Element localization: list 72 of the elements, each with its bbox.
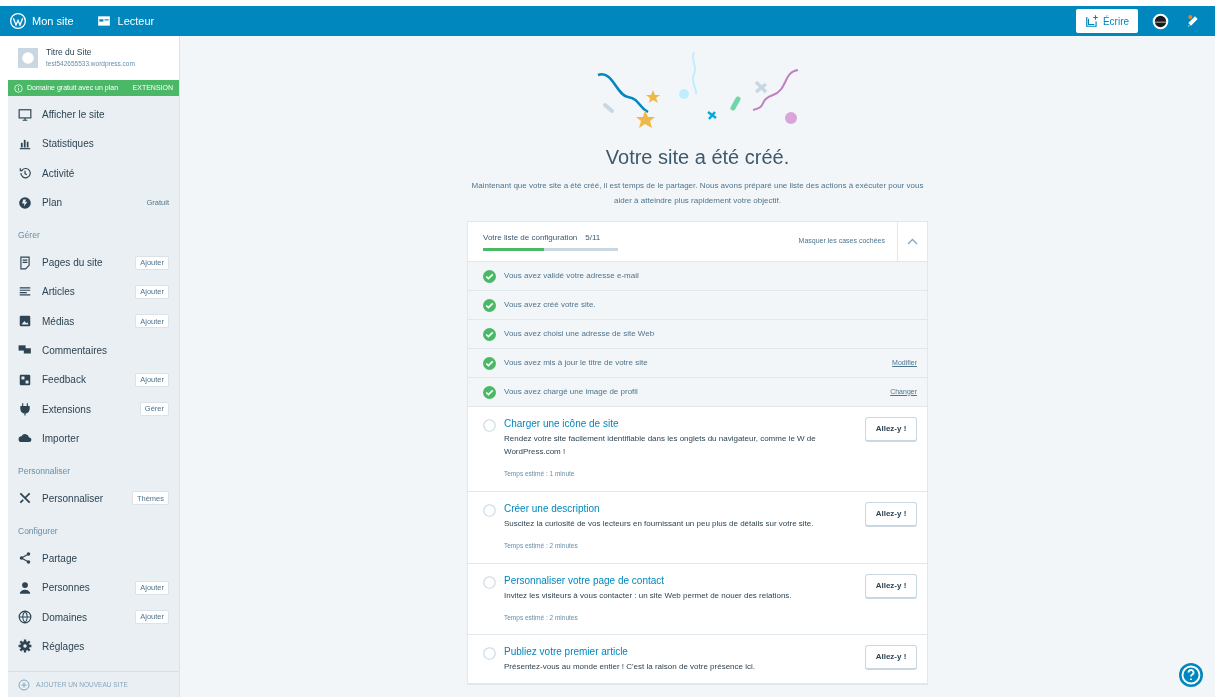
- sidebar-item-label: Pages du site: [42, 256, 104, 271]
- completed-task-label: Vous avez créé votre site.: [504, 299, 597, 311]
- sidebar-item-label: Feedback: [42, 373, 87, 388]
- task-title-link[interactable]: Charger une icône de site: [504, 417, 857, 431]
- wordpress-logo-icon: [10, 13, 26, 29]
- tools-icon: [18, 491, 32, 506]
- sidebar-item-label: Importer: [42, 431, 81, 446]
- reader-icon: [95, 14, 112, 28]
- gear-icon: [18, 639, 32, 654]
- globe-icon: [18, 610, 32, 625]
- chevron-up-icon: [907, 238, 918, 245]
- task-description: Invitez les visiteurs à vous contacter : un site Web permet de nouer des relations.: [504, 589, 793, 602]
- go-button[interactable]: Allez-y !: [865, 501, 917, 527]
- sidebar-item-label: Commentaires: [42, 343, 109, 358]
- plug-icon: [18, 402, 32, 417]
- completed-task-label: Vous avez mis à jour le titre de votre site: [504, 357, 649, 369]
- bolt-icon: [18, 195, 32, 210]
- completed-task-label: Vous avez validé votre adresse e-mail: [504, 270, 640, 282]
- history-icon: [18, 166, 32, 181]
- help-icon[interactable]: [1179, 663, 1203, 687]
- my-site-link[interactable]: Mon site: [10, 12, 74, 30]
- intro-text: Maintenant que votre site a été créé, il est temps de le partager. Nous avons préparé une liste des actions à exécuter pour vous aider à atteindre plus rapidement votre objectif.: [470, 180, 925, 207]
- task-title-link[interactable]: Créer une description: [504, 501, 857, 516]
- sidebar-item-label: Statistiques: [42, 137, 95, 152]
- avatar-icon[interactable]: [1152, 12, 1169, 30]
- grid-icon: [18, 372, 32, 387]
- sidebar-item[interactable]: Commentaires: [8, 335, 179, 366]
- go-button[interactable]: Allez-y !: [865, 417, 917, 442]
- section-heading: Gérer: [17, 229, 41, 243]
- write-button[interactable]: Écrire: [1076, 9, 1138, 33]
- reader-link[interactable]: Lecteur: [95, 12, 155, 30]
- sidebar-item[interactable]: Partage: [8, 543, 179, 574]
- lines-icon: [18, 284, 32, 299]
- image-icon: [18, 314, 32, 329]
- page-title: Votre site a été créé.: [605, 145, 790, 170]
- sidebar-item-label: Plan: [42, 196, 63, 211]
- sidebar-item[interactable]: Statistiques: [8, 129, 179, 159]
- task-description: Suscitez la curiosité de vos lecteurs en fournissant un peu plus de détails sur votre site.: [504, 517, 815, 530]
- sidebar-item-label: Médias: [42, 314, 76, 329]
- checklist-count: 5/11: [585, 232, 601, 244]
- sidebar-item-label: Domaines: [42, 610, 89, 625]
- sidebar-item-label: Afficher le site: [42, 108, 106, 123]
- completed-task-label: Vous avez chargé une image de profil: [504, 386, 639, 398]
- plus-circle-icon: [18, 678, 30, 691]
- site-title: Titre du Site: [46, 47, 93, 58]
- sidebar-item-label: Partage: [42, 551, 79, 566]
- person-icon: [18, 580, 32, 595]
- sidebar-item-label: Articles: [42, 285, 76, 300]
- sidebar-item-label: Personnes: [42, 581, 91, 596]
- sidebar-item[interactable]: Afficher le site: [8, 100, 179, 130]
- go-button[interactable]: Allez-y !: [865, 573, 917, 599]
- sidebar-item-label: Activité: [42, 166, 76, 181]
- new-post-icon: [1084, 14, 1099, 28]
- completed-task-label: Vous avez choisi une adresse de site Web: [504, 328, 656, 340]
- task-description: Rendez votre site facilement identifiable dans les onglets du navigateur, comme le W de WordPress.com !: [504, 433, 817, 458]
- sidebar-item[interactable]: Activité: [8, 158, 179, 188]
- sidebar-item[interactable]: Importer: [8, 423, 179, 453]
- page-icon: [18, 255, 32, 270]
- info-icon: [14, 83, 23, 93]
- sidebar-item-label: Personnaliser: [42, 491, 105, 506]
- task-title-link[interactable]: Personnaliser votre page de contact: [504, 573, 857, 588]
- sidebar-item-label: Extensions: [42, 402, 92, 417]
- section-heading: Configurer: [17, 525, 59, 539]
- task-title-link[interactable]: Publiez votre premier article: [504, 645, 857, 660]
- task-description: Présentez-vous au monde entier ! C'est la raison de votre présence ici.: [504, 661, 756, 674]
- share-icon: [18, 551, 32, 566]
- checklist-title: Votre liste de configuration: [483, 232, 578, 244]
- section-heading: Personnaliser: [17, 465, 71, 478]
- sidebar-item-label: Réglages: [42, 639, 86, 654]
- go-button[interactable]: Allez-y !: [865, 645, 917, 671]
- sidebar-item[interactable]: Réglages: [8, 631, 179, 661]
- monitor-icon: [18, 107, 32, 122]
